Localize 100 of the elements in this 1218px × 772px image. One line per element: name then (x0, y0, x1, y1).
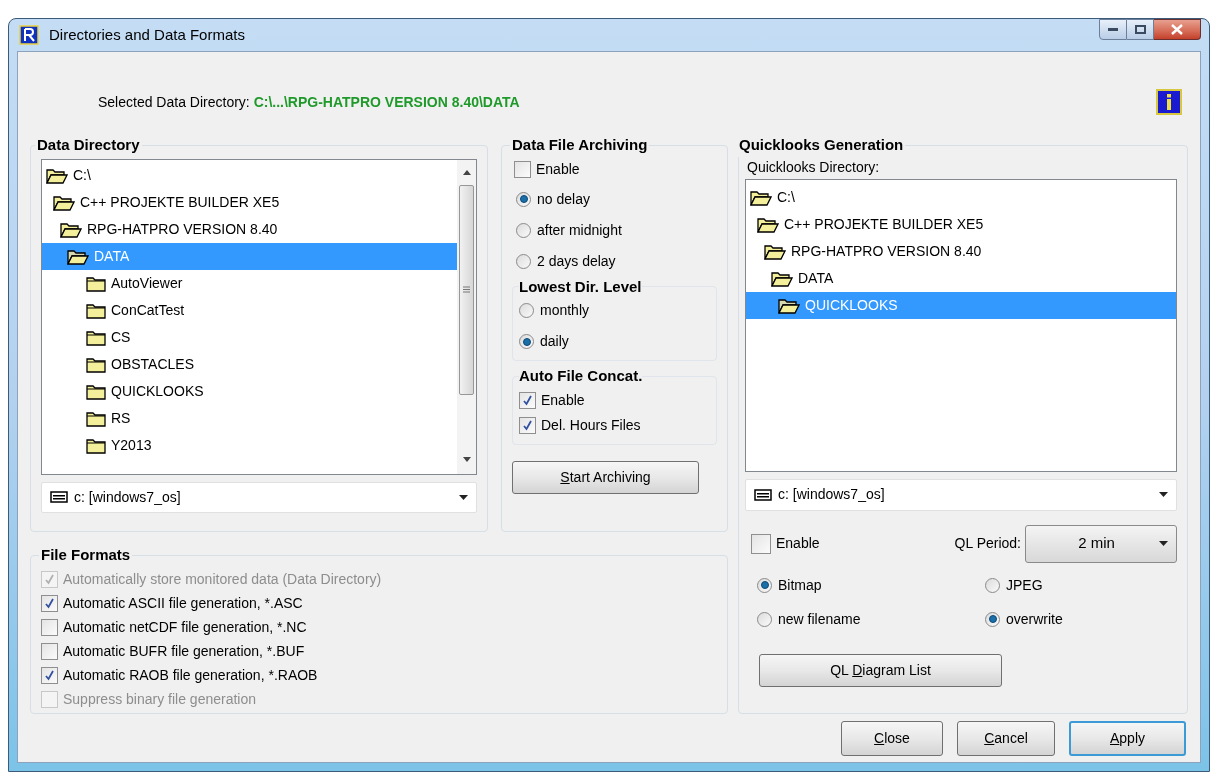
open-folder-icon (67, 247, 89, 265)
group-title: Auto File Concat. (519, 366, 643, 386)
checkbox[interactable] (41, 642, 58, 660)
group-title: Data File Archiving (511, 135, 649, 155)
radio-button[interactable] (516, 191, 531, 207)
radio-button[interactable] (757, 577, 772, 593)
tree-item[interactable]: Y2013 (42, 431, 457, 459)
folder-icon (86, 355, 106, 373)
group-title: File Formats (40, 545, 132, 565)
open-folder-icon (53, 193, 75, 211)
radio-button[interactable] (985, 577, 1000, 593)
tree-item[interactable]: RS (42, 404, 457, 432)
period-label: QL Period: (954, 534, 1021, 553)
dropdown-value: c: [windows7_os] (778, 485, 885, 504)
checkmark-icon (44, 597, 55, 609)
dialog-button[interactable]: Cancel (957, 721, 1055, 756)
tree-item[interactable]: C:\ (42, 161, 457, 189)
tree-item[interactable]: C:\ (746, 183, 1176, 211)
window-title: Directories and Data Formats (49, 24, 245, 45)
radio-label: no delay (537, 189, 590, 209)
open-folder-icon (757, 215, 779, 233)
group-title: Data Directory (36, 135, 141, 155)
tree-item[interactable]: RPG-HATPRO VERSION 8.40 (746, 237, 1176, 265)
start-archiving-button[interactable]: Start Archiving (512, 460, 699, 494)
checkmark-icon (44, 669, 55, 681)
checkbox-label: Automatic RAOB file generation, *.RAOB (63, 665, 318, 685)
radio-button[interactable] (519, 334, 534, 349)
checkbox-label: Enable (776, 534, 820, 553)
folder-icon (86, 409, 106, 427)
dialog-button[interactable]: Apply (1069, 721, 1186, 756)
minimize-button[interactable] (1099, 19, 1127, 40)
radio-label: monthly (540, 301, 590, 320)
radio-button[interactable] (519, 303, 534, 318)
checkbox-label: Enable (541, 390, 585, 410)
checkbox[interactable] (41, 618, 58, 636)
open-folder-icon (771, 269, 793, 287)
open-folder-icon (750, 188, 772, 206)
scrollbar-thumb[interactable] (459, 184, 474, 395)
checkbox[interactable] (751, 533, 771, 554)
dropdown-arrow-icon (1159, 541, 1168, 546)
tree-item[interactable]: RPG-HATPRO VERSION 8.40 (42, 215, 457, 243)
directory-label: Quicklooks Directory: (747, 157, 881, 177)
dropdown-value: c: [windows7_os] (74, 487, 181, 507)
checkbox[interactable] (514, 161, 531, 178)
drive-icon (50, 491, 68, 503)
tree-item[interactable]: OBSTACLES (42, 350, 457, 378)
open-folder-icon (60, 220, 82, 238)
checkbox[interactable] (41, 666, 58, 684)
info-icon[interactable] (1156, 89, 1182, 115)
tree-item[interactable]: QUICKLOOKS (42, 377, 457, 405)
open-folder-icon (764, 242, 786, 260)
dialog-button[interactable]: Close (841, 721, 943, 756)
checkbox-label: Automatic ASCII file generation, *.ASC (63, 593, 303, 613)
checkbox-label: Del. Hours Files (541, 415, 641, 435)
maximize-button[interactable] (1127, 19, 1154, 40)
checkbox-label: Automatic netCDF file generation, *.NC (63, 617, 307, 637)
scrollbar[interactable] (457, 159, 476, 474)
checkbox-label: Suppress binary file generation (63, 689, 256, 709)
radio-label: overwrite (1006, 609, 1063, 629)
radio-button[interactable] (516, 222, 531, 238)
grip-icon (463, 286, 470, 293)
scroll-up-icon[interactable] (462, 169, 471, 175)
dropdown-value: 2 min (1077, 533, 1116, 554)
radio-label: JPEG (1006, 575, 1043, 595)
checkbox[interactable] (41, 594, 58, 612)
group-title: Lowest Dir. Level (519, 276, 642, 297)
radio-label: after midnight (537, 220, 622, 240)
folder-icon (86, 301, 106, 319)
open-folder-icon (46, 166, 68, 184)
close-icon (1171, 24, 1183, 35)
checkbox-label: Enable (536, 160, 580, 179)
group-title: Quicklooks Generation (738, 135, 905, 155)
drive-dropdown[interactable]: c: [windows7_os] (745, 478, 1177, 511)
radio-button[interactable] (985, 611, 1000, 627)
selected-directory-text: Selected Data Directory: C:\...\RPG-HATPRO VERSION 8.40\DATA (98, 92, 520, 112)
radio-label: Bitmap (778, 575, 822, 595)
radio-button[interactable] (757, 611, 772, 627)
tree-item[interactable]: C++ PROJEKTE BUILDER XE5 (746, 210, 1176, 238)
scroll-down-icon[interactable] (462, 456, 471, 462)
tree-item[interactable]: CS (42, 323, 457, 351)
radio-label: daily (540, 332, 569, 351)
radio-button[interactable] (516, 253, 531, 269)
tree-item[interactable]: ConCatTest (42, 296, 457, 324)
folder-icon (86, 274, 106, 292)
dropdown-arrow-icon (459, 494, 468, 500)
checkbox-label: Automatically store monitored data (Data Directory) (63, 569, 382, 589)
radio-label: new filename (778, 609, 861, 629)
checkmark-icon (522, 394, 533, 406)
period-dropdown[interactable]: 2 min (1025, 524, 1177, 563)
tree-item[interactable]: C++ PROJEKTE BUILDER XE5 (42, 188, 457, 216)
tree-item[interactable]: AutoViewer (42, 269, 457, 297)
close-button[interactable] (1154, 19, 1201, 40)
checkmark-icon (522, 419, 533, 431)
checkbox[interactable] (519, 416, 536, 434)
checkbox[interactable] (519, 391, 536, 409)
drive-dropdown[interactable]: c: [windows7_os] (41, 481, 477, 513)
diagram-list-button[interactable]: QL Diagram List (759, 653, 1002, 687)
tree-item[interactable]: DATA (746, 264, 1176, 292)
folder-icon (86, 436, 106, 454)
folder-icon (86, 382, 106, 400)
